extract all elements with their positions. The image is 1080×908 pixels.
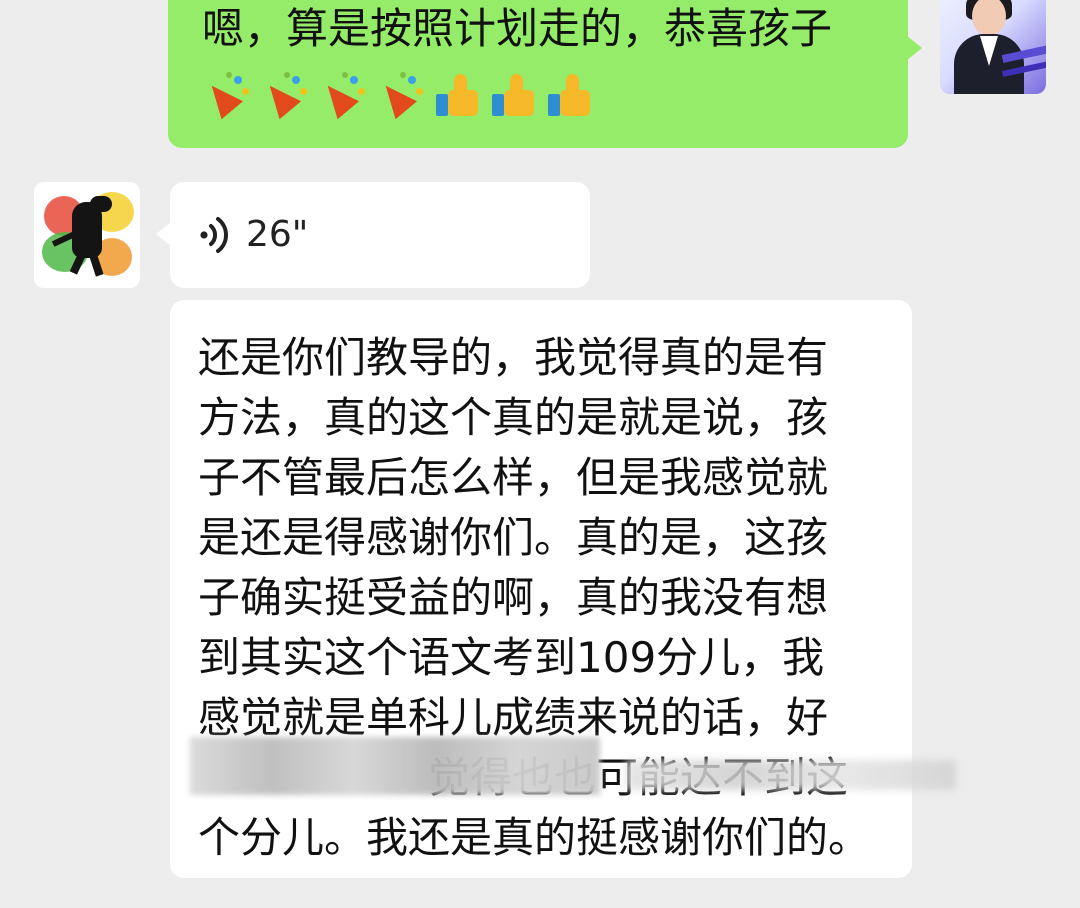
party-popper-icon bbox=[200, 72, 252, 120]
thumbs-up-icon bbox=[492, 74, 538, 118]
transcription-line: 个分儿。我还是真的挺感谢你们的。 bbox=[198, 813, 871, 862]
privacy-blur bbox=[190, 737, 600, 795]
transcription-line: 子确实挺受益的啊，真的我没有想 bbox=[198, 573, 829, 622]
sent-message-text: 嗯，算是按照计划走的，恭喜孩子 bbox=[202, 4, 833, 53]
bubble-tail bbox=[907, 36, 922, 60]
thumbs-up-icon bbox=[548, 74, 594, 118]
party-popper-icon bbox=[374, 72, 426, 120]
voice-wave-icon bbox=[200, 217, 228, 253]
voice-duration: 26" bbox=[246, 214, 309, 255]
privacy-blur bbox=[626, 760, 956, 790]
bubble-tail bbox=[156, 222, 171, 246]
transcription-line: 方法，真的这个真的是就是说，孩 bbox=[198, 393, 829, 442]
voice-transcription-bubble[interactable]: 还是你们教导的，我觉得真的是有 方法，真的这个真的是就是说，孩 子不管最后怎么样… bbox=[170, 300, 956, 878]
party-popper-icon bbox=[316, 72, 368, 120]
thumbs-up-icon bbox=[436, 74, 482, 118]
contact-avatar[interactable] bbox=[34, 182, 140, 288]
transcription-line: 子不管最后怎么样，但是我感觉就 bbox=[198, 453, 829, 502]
transcription-line: 是还是得感谢你们。真的是，这孩 bbox=[198, 513, 829, 562]
transcription-line: 还是你们教导的，我觉得真的是有 bbox=[198, 333, 829, 382]
transcription-line: 到其实这个语文考到109分儿，我 bbox=[198, 633, 825, 682]
sent-message-bubble[interactable]: 嗯，算是按照计划走的，恭喜孩子 bbox=[168, 0, 922, 148]
party-popper-icon bbox=[258, 72, 310, 120]
voice-message-bubble[interactable]: 26" bbox=[156, 182, 590, 288]
emoji-row bbox=[200, 72, 594, 120]
sender-avatar[interactable] bbox=[940, 0, 1046, 94]
